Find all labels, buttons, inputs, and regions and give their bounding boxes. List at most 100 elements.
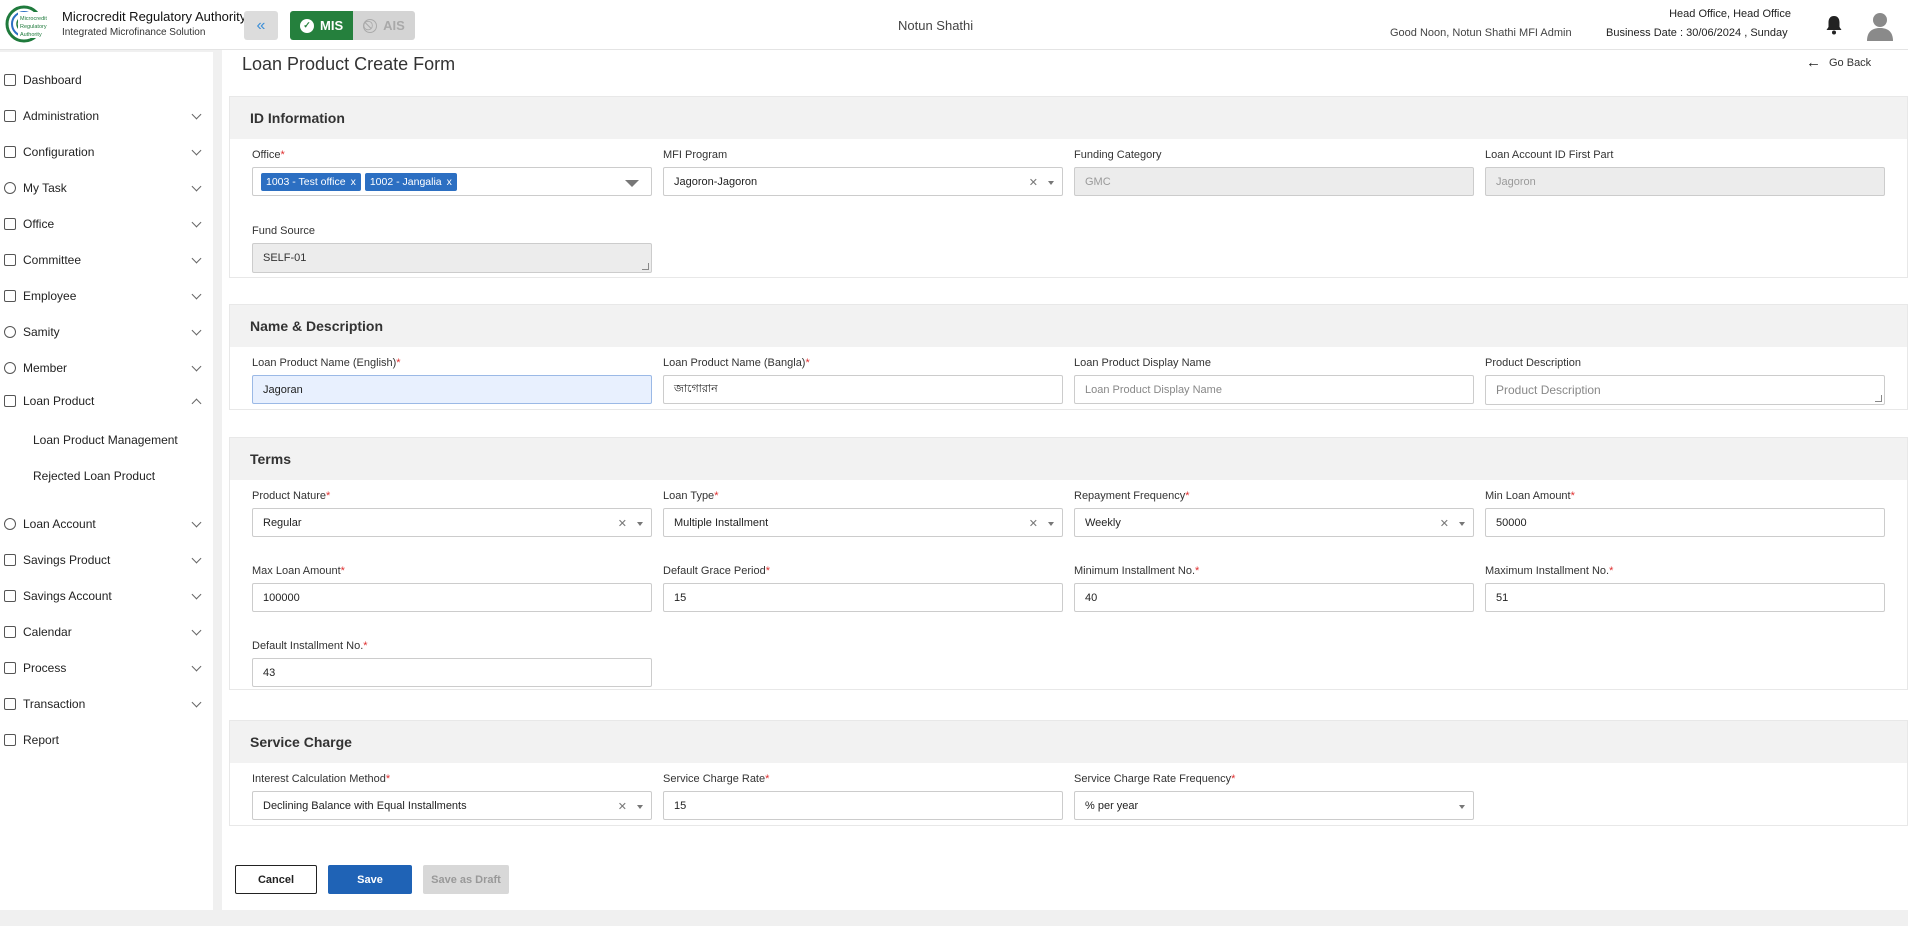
section-title: ID Information bbox=[230, 97, 1907, 139]
sidebar-item-label: Loan Account bbox=[23, 517, 96, 531]
default-installment-input[interactable]: 43 bbox=[252, 658, 652, 687]
sidebar-item-savings-product[interactable]: Savings Product bbox=[0, 545, 213, 575]
sidebar-item-savings-account[interactable]: Savings Account bbox=[0, 581, 213, 611]
sidebar-item-calendar[interactable]: Calendar bbox=[0, 617, 213, 647]
sidebar-item-dashboard[interactable]: Dashboard bbox=[0, 65, 213, 95]
field-label: Maximum Installment No.* bbox=[1485, 565, 1614, 577]
clear-icon[interactable]: ✕ bbox=[618, 517, 627, 530]
save-button[interactable]: Save bbox=[328, 865, 412, 894]
sidebar-item-label: Transaction bbox=[23, 697, 86, 711]
resize-handle-icon bbox=[1875, 395, 1882, 402]
sidebar-item-member[interactable]: Member bbox=[0, 353, 213, 383]
field-label: Loan Product Name (Bangla)* bbox=[663, 357, 810, 369]
sidebar-item-process[interactable]: Process bbox=[0, 653, 213, 683]
bell-icon[interactable] bbox=[1825, 15, 1843, 35]
default-installment-field: Default Installment No.* 43 bbox=[252, 640, 652, 687]
sidebar-item-transaction[interactable]: Transaction bbox=[0, 689, 213, 719]
min-loan-amount-field: Min Loan Amount* 50000 bbox=[1485, 490, 1885, 537]
sidebar-item-label: Calendar bbox=[23, 625, 72, 639]
ais-label: AIS bbox=[383, 18, 405, 33]
name-english-input[interactable]: Jagoran bbox=[252, 375, 652, 404]
field-label: Office* bbox=[252, 149, 285, 161]
field-label: Loan Type* bbox=[663, 490, 719, 502]
clear-icon[interactable]: ✕ bbox=[1029, 517, 1038, 530]
save-as-draft-button[interactable]: Save as Draft bbox=[423, 865, 509, 894]
chevron-down-icon bbox=[191, 361, 202, 371]
chip-remove-icon[interactable]: x bbox=[447, 176, 452, 188]
chevron-down-icon bbox=[191, 289, 202, 299]
product-description-textarea[interactable]: Product Description bbox=[1485, 375, 1885, 405]
chevron-down-icon bbox=[191, 145, 202, 155]
cancel-button[interactable]: Cancel bbox=[235, 865, 317, 894]
process-icon bbox=[4, 662, 16, 674]
sidebar-item-loan-product[interactable]: Loan Product bbox=[0, 386, 213, 416]
name-bangla-input[interactable]: জাগোরান bbox=[663, 375, 1063, 404]
sidebar-item-label: Loan Product bbox=[23, 394, 95, 408]
caret-down-icon bbox=[1459, 522, 1465, 526]
field-label: Loan Account ID First Part bbox=[1485, 149, 1614, 161]
sidebar-item-samity[interactable]: Samity bbox=[0, 317, 213, 347]
resize-handle-icon bbox=[642, 263, 649, 270]
sidebar-item-committee[interactable]: Committee bbox=[0, 245, 213, 275]
max-installment-field: Maximum Installment No.* 51 bbox=[1485, 565, 1885, 612]
section-name-description: Name & Description Loan Product Name (En… bbox=[229, 304, 1908, 410]
mis-toggle-button[interactable]: ✓ MIS bbox=[290, 11, 354, 40]
mfi-program-select[interactable]: Jagoron-Jagoron ✕ bbox=[663, 167, 1063, 196]
display-name-field: Loan Product Display Name Loan Product D… bbox=[1074, 357, 1474, 404]
sidebar-item-label: Committee bbox=[23, 253, 82, 267]
sidebar-item-loan-account[interactable]: Loan Account bbox=[0, 509, 213, 539]
greeting-text: Good Noon, Notun Shathi MFI Admin bbox=[1390, 27, 1572, 39]
sidebar-subitem-loan-product-management[interactable]: Loan Product Management bbox=[33, 433, 178, 447]
repayment-frequency-field: Repayment Frequency* Weekly ✕ bbox=[1074, 490, 1474, 537]
product-nature-select[interactable]: Regular ✕ bbox=[252, 508, 652, 537]
rate-frequency-field: Service Charge Rate Frequency* % per yea… bbox=[1074, 773, 1474, 820]
loan-type-select[interactable]: Multiple Installment ✕ bbox=[663, 508, 1063, 537]
sidebar-item-employee[interactable]: Employee bbox=[0, 281, 213, 311]
chevron-down-icon bbox=[191, 661, 202, 671]
field-label: Fund Source bbox=[252, 225, 315, 237]
sidebar-item-label: Configuration bbox=[23, 145, 95, 159]
repayment-frequency-select[interactable]: Weekly ✕ bbox=[1074, 508, 1474, 537]
caret-down-icon bbox=[1048, 522, 1054, 526]
max-installment-input[interactable]: 51 bbox=[1485, 583, 1885, 612]
sidebar-item-configuration[interactable]: Configuration bbox=[0, 137, 213, 167]
office-chip[interactable]: 1002 - Jangalia x bbox=[364, 172, 457, 191]
users-icon bbox=[4, 110, 16, 122]
max-loan-amount-input[interactable]: 100000 bbox=[252, 583, 652, 612]
sidebar-item-office[interactable]: Office bbox=[0, 209, 213, 239]
section-title: Terms bbox=[230, 438, 1907, 480]
caret-down-icon bbox=[637, 805, 643, 809]
committee-icon bbox=[4, 254, 16, 266]
office-multiselect[interactable]: 1003 - Test office x 1002 - Jangalia x bbox=[252, 167, 652, 196]
go-back-link[interactable]: ← Go Back bbox=[1806, 54, 1871, 71]
task-icon bbox=[4, 182, 16, 194]
chevron-down-icon bbox=[191, 625, 202, 635]
organization-name: Notun Shathi bbox=[898, 18, 974, 33]
min-loan-amount-input[interactable]: 50000 bbox=[1485, 508, 1885, 537]
sidebar-item-my-task[interactable]: My Task bbox=[0, 173, 213, 203]
go-back-label: Go Back bbox=[1829, 56, 1872, 69]
service-charge-rate-field: Service Charge Rate* 15 bbox=[663, 773, 1063, 820]
office-chip[interactable]: 1003 - Test office x bbox=[261, 172, 361, 191]
sidebar-subitem-rejected-loan-product[interactable]: Rejected Loan Product bbox=[33, 469, 155, 483]
interest-method-select[interactable]: Declining Balance with Equal Installment… bbox=[252, 791, 652, 820]
brand-subtitle: Integrated Microfinance Solution bbox=[62, 27, 206, 38]
chip-remove-icon[interactable]: x bbox=[351, 176, 356, 188]
min-installment-input[interactable]: 40 bbox=[1074, 583, 1474, 612]
clear-icon[interactable]: ✕ bbox=[1029, 176, 1038, 189]
user-avatar-icon[interactable] bbox=[1866, 11, 1894, 41]
service-charge-rate-input[interactable]: 15 bbox=[663, 791, 1063, 820]
loan-account-id-field: Loan Account ID First Part Jagoron bbox=[1485, 149, 1885, 196]
field-label: Product Description bbox=[1485, 357, 1581, 369]
clear-icon[interactable]: ✕ bbox=[1440, 517, 1449, 530]
ais-toggle-button[interactable]: ⃠ AIS bbox=[353, 11, 415, 40]
loan-account-icon bbox=[4, 518, 16, 530]
rate-frequency-select[interactable]: % per year bbox=[1074, 791, 1474, 820]
grace-period-input[interactable]: 15 bbox=[663, 583, 1063, 612]
display-name-input[interactable]: Loan Product Display Name bbox=[1074, 375, 1474, 404]
collapse-sidebar-button[interactable]: « bbox=[244, 11, 278, 40]
sidebar-item-administration[interactable]: Administration bbox=[0, 101, 213, 131]
sidebar-item-report[interactable]: Report bbox=[0, 725, 213, 755]
clear-icon[interactable]: ✕ bbox=[618, 800, 627, 813]
field-label: Interest Calculation Method* bbox=[252, 773, 391, 785]
